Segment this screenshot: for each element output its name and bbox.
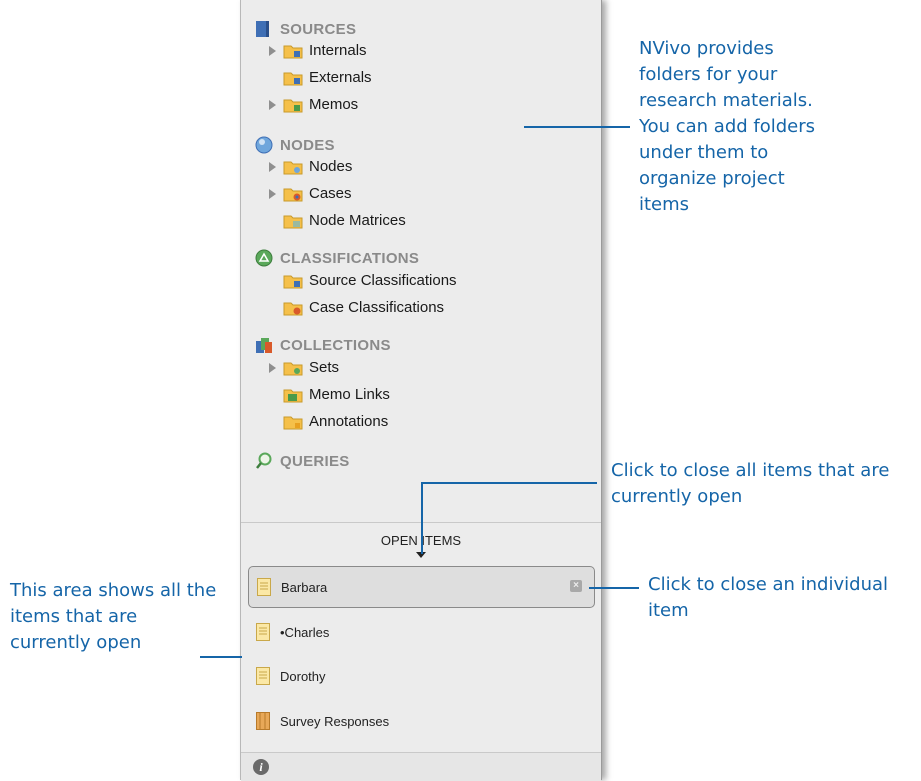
expand-memos-icon[interactable] (269, 100, 276, 110)
folder-externals-icon (283, 70, 303, 86)
annotation-close-all: Click to close all items that are curren… (611, 460, 890, 507)
sidebar-item-nodes[interactable]: Nodes (283, 158, 352, 175)
sidebar-item-cases[interactable]: Cases (283, 185, 352, 202)
sidebar-item-node-matrices[interactable]: Node Matrices (283, 212, 406, 229)
sidebar-item-source-classifications[interactable]: Source Classifications (283, 272, 457, 289)
expand-nodes-icon[interactable] (269, 162, 276, 172)
folder-sets-icon (283, 360, 303, 376)
folder-internals-icon (283, 43, 303, 59)
folder-memos-icon (283, 97, 303, 113)
expand-internals-icon[interactable] (269, 46, 276, 56)
open-item-dorothy[interactable]: Dorothy (248, 656, 593, 696)
annotation-close-all-line-h (421, 482, 597, 484)
section-queries[interactable]: QUERIES (255, 452, 350, 470)
nodes-icon (255, 136, 273, 154)
annotation-close-one-line (589, 587, 639, 589)
folder-annotations-icon (283, 414, 303, 430)
sidebar-item-annotations[interactable]: Annotations (283, 413, 388, 430)
expand-sets-icon[interactable] (269, 363, 276, 373)
sidebar-item-memos[interactable]: Memos (283, 96, 358, 113)
close-item-icon[interactable]: × (570, 580, 582, 592)
open-item-survey-responses[interactable]: Survey Responses (248, 701, 593, 741)
section-nodes[interactable]: NODES (255, 136, 335, 154)
status-footer: i (241, 752, 601, 781)
navigation-pane: SOURCES Internals Externals Memos NODES … (240, 0, 602, 781)
section-sources[interactable]: SOURCES (255, 20, 356, 38)
sidebar-item-externals[interactable]: Externals (283, 69, 372, 86)
document-icon (256, 667, 270, 685)
annotation-folders: NVivo provides folders for your research… (639, 38, 816, 215)
sidebar-item-internals[interactable]: Internals (283, 42, 367, 59)
classifications-icon (255, 249, 273, 267)
sources-icon (255, 20, 273, 38)
open-item-charles[interactable]: •Charles (248, 612, 593, 652)
section-collections[interactable]: COLLECTIONS (255, 336, 391, 354)
folder-case-classifications-icon (283, 300, 303, 316)
queries-icon (255, 452, 273, 470)
folder-nodes-icon (283, 159, 303, 175)
document-icon (256, 623, 270, 641)
annotation-folders-line (524, 126, 630, 128)
sidebar-item-sets[interactable]: Sets (283, 359, 339, 376)
sidebar-item-case-classifications[interactable]: Case Classifications (283, 299, 444, 316)
folder-memo-links-icon (283, 387, 303, 403)
expand-cases-icon[interactable] (269, 189, 276, 199)
folder-node-matrices-icon (283, 213, 303, 229)
collections-icon (255, 336, 273, 354)
folder-source-classifications-icon (283, 273, 303, 289)
document-icon (257, 578, 271, 596)
dataset-icon (256, 712, 270, 730)
annotation-open-area: This area shows all the items that are c… (10, 580, 217, 653)
sidebar-item-memo-links[interactable]: Memo Links (283, 386, 390, 403)
folder-cases-icon (283, 186, 303, 202)
annotation-close-one: Click to close an individual item (648, 574, 889, 621)
annotation-close-all-line-v (421, 482, 423, 554)
section-classifications[interactable]: CLASSIFICATIONS (255, 249, 419, 267)
annotation-open-area-line (200, 656, 242, 658)
open-item-barbara[interactable]: Barbara × (248, 566, 595, 608)
info-icon[interactable]: i (253, 759, 269, 775)
